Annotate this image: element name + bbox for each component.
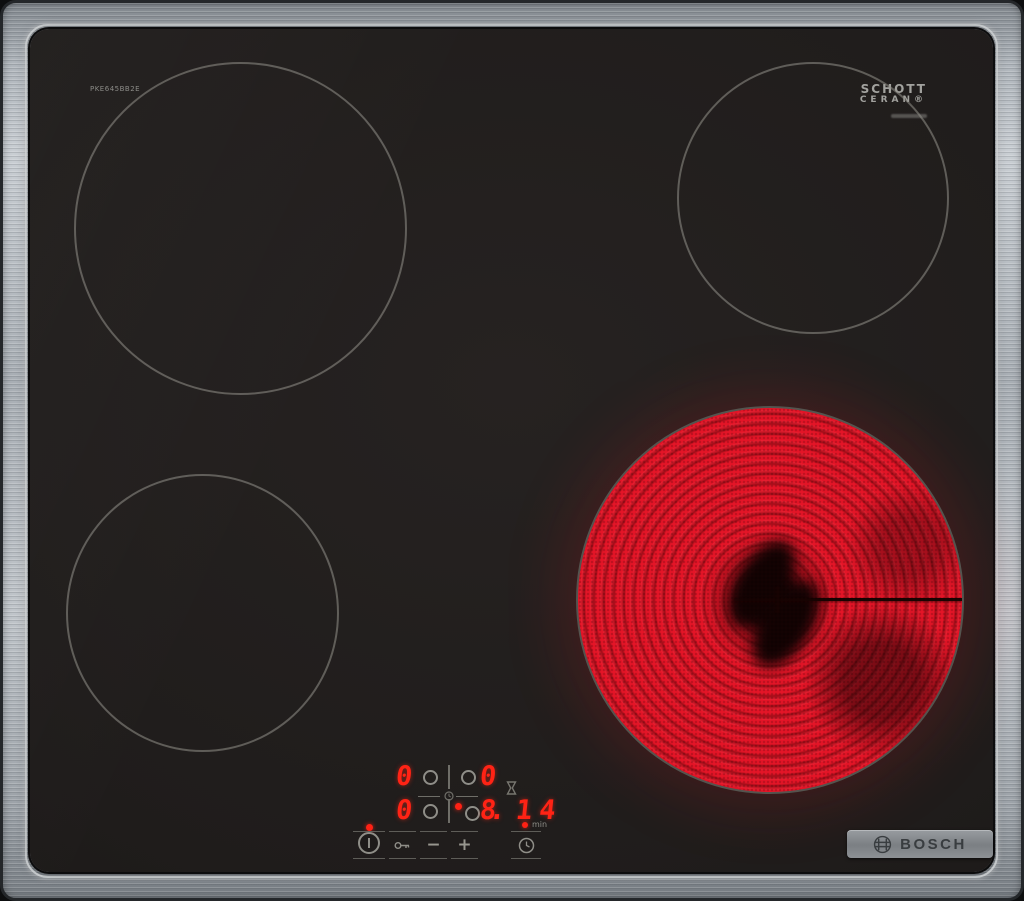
- display-divider-vertical-bottom: [448, 799, 450, 823]
- display-divider-horizontal-left: [418, 796, 440, 798]
- zone-select-back-left[interactable]: [423, 770, 438, 785]
- child-lock-button[interactable]: [389, 831, 416, 859]
- display-divider-vertical-top: [448, 765, 450, 789]
- timer-led: [522, 822, 528, 828]
- clock-icon: [518, 837, 535, 854]
- zone-front-right-heating-element: [576, 406, 964, 794]
- display-divider-horizontal-right: [456, 796, 478, 798]
- minus-button[interactable]: −: [420, 831, 447, 859]
- power-icon: [358, 832, 380, 854]
- key-icon: [394, 841, 411, 850]
- display-back-right-level: 0: [479, 764, 498, 790]
- zone-back-left-ring: [74, 62, 407, 395]
- bosch-armature-icon: [873, 835, 892, 854]
- display-front-right-level: 8.: [479, 798, 500, 824]
- active-zone-led: [455, 803, 462, 810]
- control-display: 0 0 0 8. 14: [396, 762, 564, 828]
- zone-front-left-ring: [66, 474, 339, 752]
- cooktop-photo: PKE645BB2E SCHOTT CERAN® 0 0 0: [0, 0, 1024, 901]
- zone-select-front-left[interactable]: [423, 804, 438, 819]
- zone-select-front-right[interactable]: [465, 806, 480, 821]
- power-button[interactable]: [353, 831, 385, 859]
- touch-key-row: − +: [353, 831, 478, 859]
- timer-button[interactable]: [511, 831, 541, 859]
- display-back-left-level: 0: [395, 764, 414, 790]
- heater-texture-overlay: [578, 408, 962, 792]
- bosch-wordmark: BOSCH: [900, 836, 967, 853]
- plus-label: +: [457, 837, 471, 854]
- bosch-badge: BOSCH: [847, 830, 993, 858]
- minus-label: −: [426, 837, 440, 854]
- timer-unit-label: min: [532, 820, 547, 829]
- model-number: PKE645BB2E: [90, 85, 140, 93]
- hourglass-icon: [506, 781, 517, 795]
- power-led: [366, 824, 373, 831]
- plus-button[interactable]: +: [451, 831, 478, 859]
- zone-select-back-right[interactable]: [461, 770, 476, 785]
- display-front-left-level: 0: [395, 798, 414, 824]
- zone-back-right-ring: [677, 62, 949, 334]
